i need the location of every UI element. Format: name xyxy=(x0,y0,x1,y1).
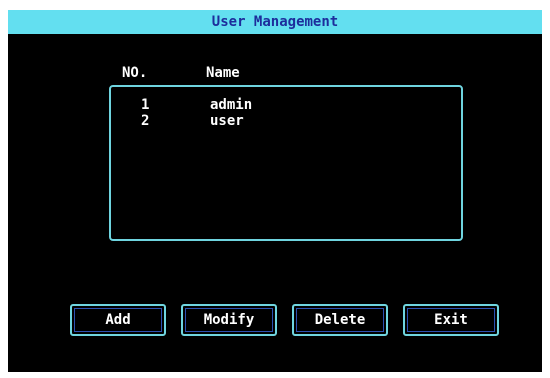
user-number: 2 xyxy=(141,113,150,129)
delete-button-label: Delete xyxy=(296,308,384,332)
user-list[interactable]: 1 admin 2 user xyxy=(109,85,463,241)
modify-button-label: Modify xyxy=(185,308,273,332)
exit-button-label: Exit xyxy=(407,308,495,332)
column-header-number: NO. xyxy=(122,65,148,81)
user-name: user xyxy=(210,113,244,129)
add-button-label: Add xyxy=(74,308,162,332)
column-header-name: Name xyxy=(206,65,240,81)
user-name: admin xyxy=(210,97,253,113)
window-title: User Management xyxy=(211,14,339,30)
list-item[interactable]: 1 admin xyxy=(111,97,461,113)
title-bar: User Management xyxy=(8,10,542,34)
add-button[interactable]: Add xyxy=(70,304,166,336)
list-item[interactable]: 2 user xyxy=(111,113,461,129)
exit-button[interactable]: Exit xyxy=(403,304,499,336)
modify-button[interactable]: Modify xyxy=(181,304,277,336)
delete-button[interactable]: Delete xyxy=(292,304,388,336)
user-number: 1 xyxy=(141,97,150,113)
user-management-window: User Management NO. Name 1 admin 2 user … xyxy=(8,10,542,372)
screen: User Management NO. Name 1 admin 2 user … xyxy=(0,0,550,378)
